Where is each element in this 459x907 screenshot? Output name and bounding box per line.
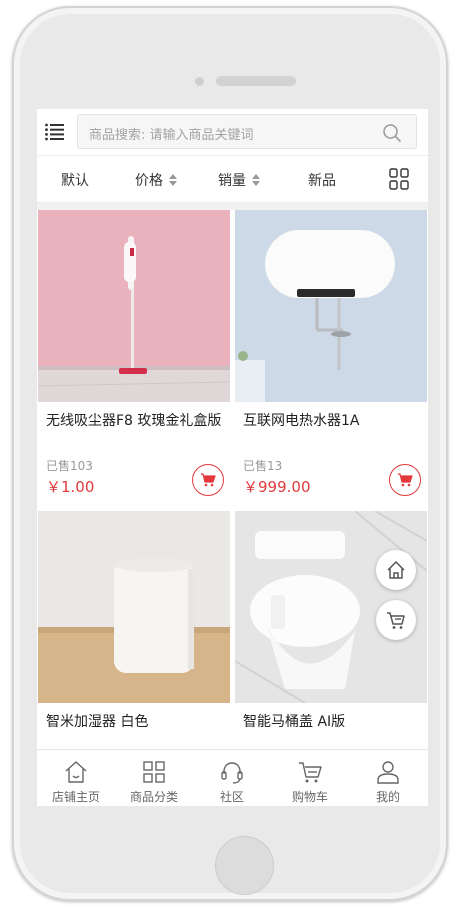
phone-screen: 商品搜索: 请输入商品关键词 默认 价格 销量 新品 无线吸尘器F8 玫瑰金礼盒… xyxy=(37,109,428,806)
product-image[interactable] xyxy=(38,210,230,402)
bottom-nav: 店铺主页 商品分类 社区 购物车 我的 xyxy=(37,749,428,806)
divider xyxy=(37,203,428,210)
nav-label: 社区 xyxy=(219,790,244,804)
speaker-grille xyxy=(216,76,296,86)
product-sold-count: 已售103 xyxy=(46,459,93,473)
search-input[interactable]: 商品搜索: 请输入商品关键词 xyxy=(77,114,417,149)
home-icon xyxy=(65,761,87,783)
sort-price[interactable]: 价格 xyxy=(135,170,179,190)
nav-item-category[interactable]: 商品分类 xyxy=(115,750,193,806)
cart-icon xyxy=(398,473,413,487)
product-price: ￥999.00 xyxy=(243,478,311,496)
sort-new[interactable]: 新品 xyxy=(308,170,336,190)
sort-bar: 默认 价格 销量 新品 xyxy=(37,155,428,203)
home-float-button[interactable] xyxy=(376,550,416,590)
sort-arrows-icon xyxy=(169,173,179,187)
grid-icon[interactable] xyxy=(389,168,409,190)
home-button[interactable] xyxy=(215,836,274,895)
product-name[interactable]: 互联网电热水器1A xyxy=(243,410,423,432)
home-icon xyxy=(387,561,405,579)
shopping-cart-icon xyxy=(387,612,405,629)
user-icon xyxy=(377,761,399,784)
cart-float-button[interactable] xyxy=(376,600,416,640)
product-name[interactable]: 无线吸尘器F8 玫瑰金礼盒版 xyxy=(46,410,226,432)
sort-default[interactable]: 默认 xyxy=(61,170,89,190)
product-card[interactable]: 互联网电热水器1A 已售13 ￥999.00 xyxy=(235,210,427,510)
product-name[interactable]: 智米加湿器 白色 xyxy=(46,711,226,733)
nav-label: 购物车 xyxy=(291,790,328,804)
search-bar: 商品搜索: 请输入商品关键词 xyxy=(37,109,428,155)
product-sold-count: 已售13 xyxy=(243,459,283,473)
list-icon[interactable] xyxy=(44,121,66,143)
sort-sales[interactable]: 销量 xyxy=(218,170,262,190)
search-icon[interactable] xyxy=(382,123,402,143)
search-placeholder: 商品搜索: 请输入商品关键词 xyxy=(89,128,254,143)
add-to-cart-button[interactable] xyxy=(389,464,421,496)
sort-arrows-icon xyxy=(252,173,262,187)
nav-label: 我的 xyxy=(375,790,400,804)
nav-label: 商品分类 xyxy=(129,790,178,804)
product-name[interactable]: 智能马桶盖 AI版 xyxy=(243,711,423,733)
headset-icon xyxy=(221,762,243,784)
cart-icon xyxy=(201,473,216,487)
product-card[interactable]: 智米加湿器 白色 xyxy=(38,511,230,749)
product-image[interactable] xyxy=(38,511,230,703)
sort-default-label: 默认 xyxy=(61,173,89,189)
shopping-cart-icon xyxy=(299,762,322,783)
nav-item-mine[interactable]: 我的 xyxy=(349,750,427,806)
sort-price-label: 价格 xyxy=(135,173,163,189)
add-to-cart-button[interactable] xyxy=(192,464,224,496)
front-camera xyxy=(195,77,204,86)
nav-item-cart[interactable]: 购物车 xyxy=(271,750,349,806)
product-image[interactable] xyxy=(235,210,427,402)
nav-item-community[interactable]: 社区 xyxy=(193,750,271,806)
product-card[interactable]: 无线吸尘器F8 玫瑰金礼盒版 已售103 ￥1.00 xyxy=(38,210,230,510)
nav-item-home[interactable]: 店铺主页 xyxy=(37,750,115,806)
nav-label: 店铺主页 xyxy=(51,790,100,804)
category-icon xyxy=(143,761,165,783)
sort-sales-label: 销量 xyxy=(218,173,246,189)
sort-new-label: 新品 xyxy=(308,173,336,189)
product-price: ￥1.00 xyxy=(46,478,95,496)
